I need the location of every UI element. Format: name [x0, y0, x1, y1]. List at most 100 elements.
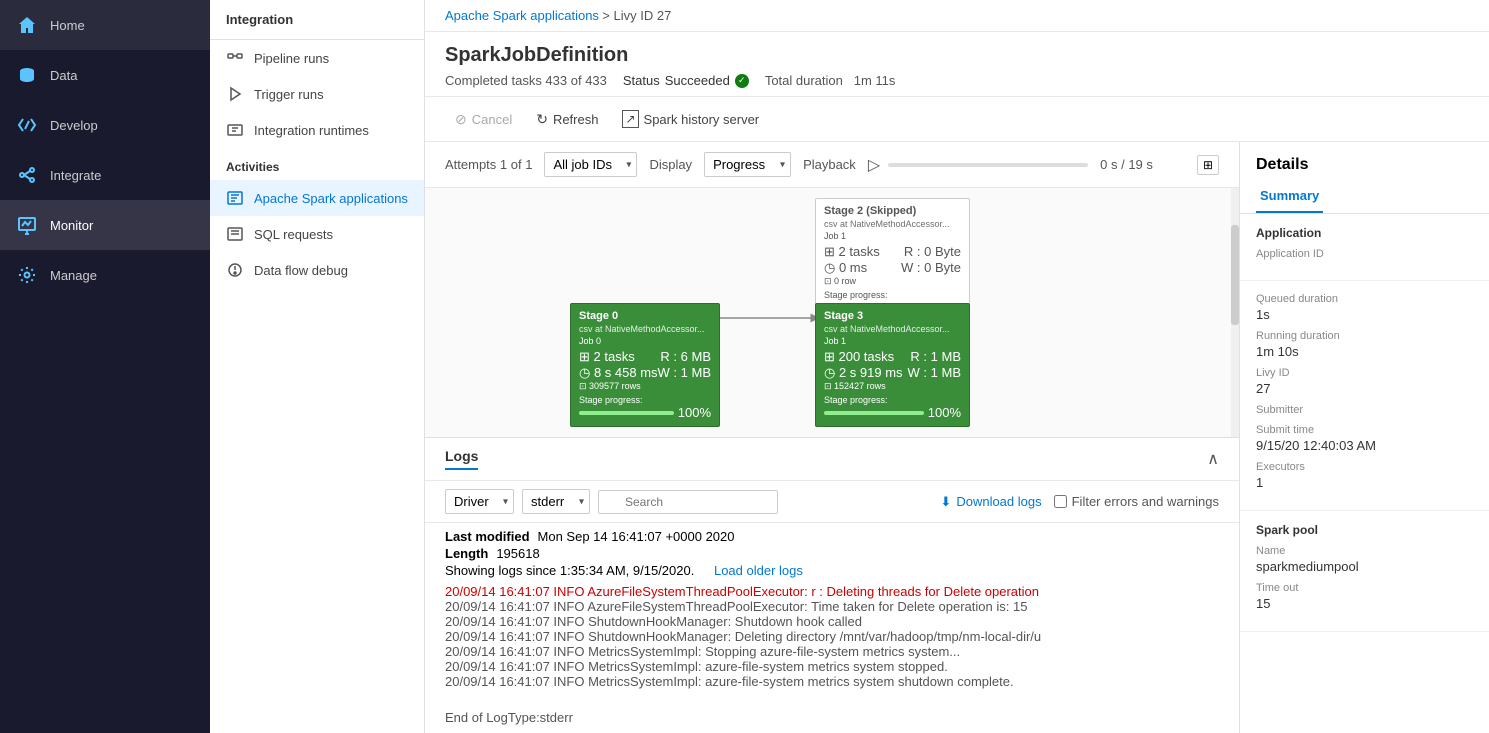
log-line-2: 20/09/14 16:41:07 INFO ShutdownHookManag… [445, 614, 1219, 629]
details-application-section: Application Application ID [1240, 214, 1489, 281]
nav-item-monitor[interactable]: Monitor [0, 200, 210, 250]
log-line-0: 20/09/14 16:41:07 INFO AzureFileSystemTh… [445, 584, 1219, 599]
develop-label: Develop [50, 118, 98, 133]
breadcrumb-separator: > [602, 8, 613, 23]
length-row: Length 195618 [445, 546, 1219, 561]
logs-collapse-button[interactable]: ∧ [1207, 449, 1219, 469]
log-line-3: 20/09/14 16:41:07 INFO ShutdownHookManag… [445, 629, 1219, 644]
nav-item-integrate[interactable]: Integrate [0, 150, 210, 200]
details-spark-pool-section: Spark pool Name sparkmediumpool Time out… [1240, 511, 1489, 632]
stage-node-stage0[interactable]: Stage 0 csv at NativeMethodAccessor... J… [570, 303, 720, 427]
data-icon [16, 64, 38, 86]
driver-select[interactable]: Driver [445, 489, 514, 514]
details-title: Details [1240, 142, 1489, 180]
sidebar-item-sql-requests[interactable]: SQL requests [210, 216, 424, 252]
time-display: 0 s / 19 s [1100, 157, 1153, 172]
load-older-logs-link[interactable]: Load older logs [714, 563, 803, 578]
running-duration-row: Running duration 1m 10s [1256, 330, 1473, 359]
stderr-select[interactable]: stderr [522, 489, 590, 514]
integrate-label: Integrate [50, 168, 101, 183]
stage0-read: R : 6 MB [660, 349, 711, 365]
nav-item-home[interactable]: Home [0, 0, 210, 50]
display-label: Display [649, 157, 692, 172]
pool-name-row: Name sparkmediumpool [1256, 545, 1473, 574]
download-logs-button[interactable]: ⬇ Download logs [940, 494, 1041, 510]
stage3-read: R : 1 MB [910, 349, 961, 365]
integration-runtimes-label: Integration runtimes [254, 123, 369, 138]
logs-actions: ⬇ Download logs Filter errors and warnin… [940, 494, 1219, 510]
stage3-progress-label: Stage progress: [824, 395, 961, 405]
stage0-pct: 100% [678, 405, 711, 420]
breadcrumb: Apache Spark applications > Livy ID 27 [425, 0, 1489, 32]
nav-item-manage[interactable]: Manage [0, 250, 210, 300]
log-line-6: 20/09/14 16:41:07 INFO MetricsSystemImpl… [445, 674, 1219, 689]
sql-icon [226, 225, 244, 243]
stage-node-stage3[interactable]: Stage 3 csv at NativeMethodAccessor... J… [815, 303, 970, 427]
attempts-label: Attempts 1 of 1 [445, 157, 532, 172]
queued-duration-row: Queued duration 1s [1256, 293, 1473, 322]
graph-area: Stage 2 (Skipped) csv at NativeMethodAcc… [425, 188, 1239, 437]
nav-item-data[interactable]: Data [0, 50, 210, 100]
sidebar-item-data-flow-debug[interactable]: Data flow debug [210, 252, 424, 288]
status-label: Status [623, 73, 660, 88]
livy-id-value: 27 [1256, 381, 1473, 396]
log-end: End of LogType:stderr [445, 695, 1219, 725]
stage3-pct: 100% [928, 405, 961, 420]
stage0-progress-label: Stage progress: [579, 395, 711, 405]
pool-name-value: sparkmediumpool [1256, 559, 1473, 574]
download-icon: ⬇ [940, 494, 951, 510]
refresh-button[interactable]: ↻ Refresh [526, 106, 608, 133]
application-id-label: Application ID [1256, 248, 1473, 260]
length-value: 195618 [496, 546, 539, 561]
sidebar-item-integration-runtimes[interactable]: Integration runtimes [210, 112, 424, 148]
log-search-input[interactable] [598, 490, 778, 514]
sidebar-item-apache-spark[interactable]: Apache Spark applications [210, 180, 424, 216]
status-value: Succeeded [665, 73, 730, 88]
time-total: 19 s [1128, 157, 1153, 172]
stage2-job: Job 1 [824, 231, 961, 241]
job-ids-select[interactable]: All job IDs [544, 152, 637, 177]
stage0-title: Stage 0 [579, 310, 711, 322]
details-tab-summary[interactable]: Summary [1256, 180, 1323, 213]
spark-history-button[interactable]: ↗ Spark history server [612, 105, 769, 133]
refresh-icon: ↻ [536, 111, 548, 128]
job-ids-select-wrapper: All job IDs [544, 152, 637, 177]
page-title: SparkJobDefinition [445, 44, 1469, 67]
filter-errors-checkbox[interactable] [1054, 495, 1067, 508]
stage2-progress-label: Stage progress: [824, 290, 961, 300]
stage0-job: Job 0 [579, 336, 711, 346]
nav-item-develop[interactable]: Develop [0, 100, 210, 150]
monitor-label: Monitor [50, 218, 93, 233]
spark-history-label: Spark history server [644, 112, 760, 127]
running-duration-label: Running duration [1256, 330, 1473, 342]
stage3-title: Stage 3 [824, 310, 961, 322]
logs-header[interactable]: Logs ∧ [425, 438, 1239, 481]
data-flow-debug-label: Data flow debug [254, 263, 348, 278]
log-line-5: 20/09/14 16:41:07 INFO MetricsSystemImpl… [445, 659, 1219, 674]
driver-select-wrapper: Driver [445, 489, 514, 514]
log-line-1: 20/09/14 16:41:07 INFO AzureFileSystemTh… [445, 599, 1219, 614]
cancel-button[interactable]: ⊘ Cancel [445, 106, 522, 133]
playback-slider[interactable] [888, 163, 1088, 167]
expand-button[interactable]: ⊞ [1197, 155, 1219, 175]
logs-toolbar: Driver stderr ⬇ Download lo [425, 481, 1239, 523]
stage2-title: Stage 2 (Skipped) [824, 205, 961, 217]
sidebar-item-pipeline-runs[interactable]: Pipeline runs [210, 40, 424, 76]
stage2-read: R : 0 Byte [904, 244, 961, 260]
submitter-row: Submitter [1256, 404, 1473, 416]
play-button[interactable]: ▷ [868, 155, 880, 175]
sidebar-item-trigger-runs[interactable]: Trigger runs [210, 76, 424, 112]
last-modified-label: Last modified [445, 529, 530, 544]
cancel-icon: ⊘ [455, 111, 467, 128]
stage0-rows: ⊡ 309577 rows [579, 381, 711, 392]
breadcrumb-parent[interactable]: Apache Spark applications [445, 8, 599, 23]
integration-header: Integration [210, 0, 424, 40]
details-panel: Details Summary Application Application … [1239, 142, 1489, 733]
timeout-label: Time out [1256, 582, 1473, 594]
log-line-4: 20/09/14 16:41:07 INFO MetricsSystemImpl… [445, 644, 1219, 659]
display-select-wrapper: Progress [704, 152, 791, 177]
stage2-rows: ⊡ 0 row [824, 276, 961, 287]
running-duration-value: 1m 10s [1256, 344, 1473, 359]
graph-scrollbar[interactable] [1231, 188, 1239, 437]
display-select[interactable]: Progress [704, 152, 791, 177]
